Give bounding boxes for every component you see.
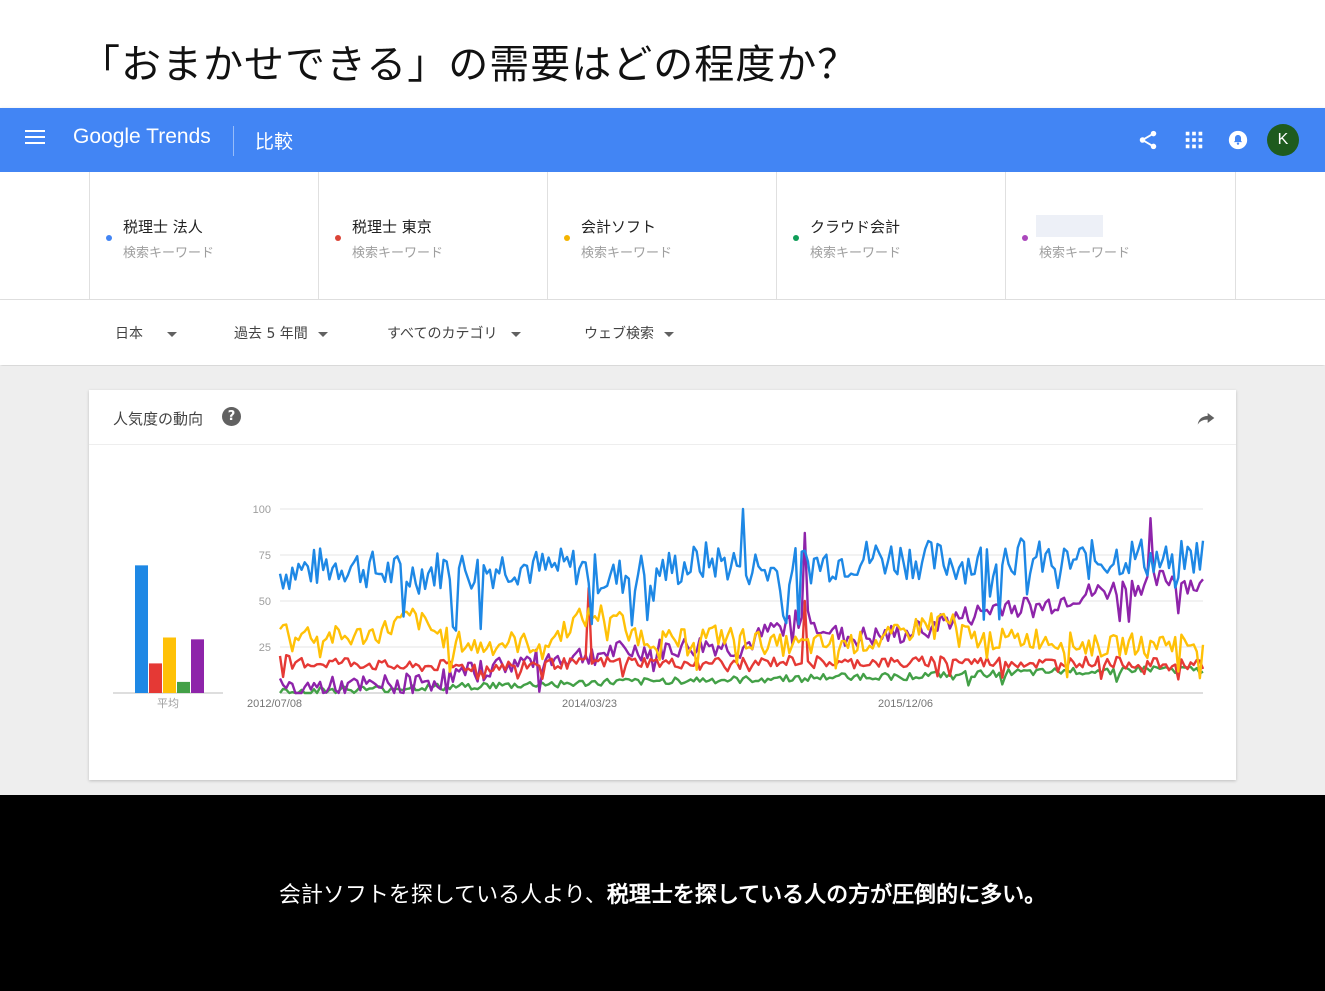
search-type-filter[interactable]: ウェブ検索 [584, 323, 674, 343]
average-bar [149, 663, 162, 693]
average-bar [135, 565, 148, 693]
y-tick-label: 75 [259, 550, 271, 562]
x-tick-label: 2014/03/23 [562, 698, 617, 710]
term-card-5[interactable]: 検索キーワード [1005, 172, 1236, 300]
term-color-dot [564, 235, 570, 241]
filter-bar: 日本 過去 5 年間 すべてのカテゴリ ウェブ検索 [0, 300, 1325, 365]
slide-footer: 会計ソフトを探している人より、税理士を探している人の方が圧倒的に多い。 [0, 795, 1325, 991]
redacted-term-name [1036, 215, 1103, 237]
menu-icon[interactable] [25, 130, 45, 150]
term-card-1[interactable]: 税理士 法人 検索キーワード [89, 172, 318, 300]
term-name: クラウド会計 [810, 218, 901, 236]
notifications-icon[interactable] [1227, 129, 1249, 151]
average-bar [177, 681, 190, 693]
term-color-dot [1022, 235, 1028, 241]
term-color-dot [335, 235, 341, 241]
term-name: 税理士 法人 [123, 218, 203, 236]
term-name: 会計ソフト [581, 218, 657, 236]
region-filter[interactable]: 日本 [115, 323, 177, 343]
x-tick-label: 2012/07/08 [247, 698, 302, 710]
apps-grid-icon[interactable] [1183, 129, 1205, 151]
chevron-down-icon [317, 331, 328, 337]
term-type: 検索キーワード [1039, 246, 1131, 261]
chevron-down-icon [167, 331, 177, 337]
share-icon[interactable] [1137, 129, 1159, 151]
card-header: 人気度の動向 ? [89, 390, 1236, 445]
period-filter[interactable]: 過去 5 年間 [234, 323, 328, 343]
term-type: 検索キーワード [810, 246, 902, 261]
term-type: 検索キーワード [123, 246, 215, 261]
term-card-2[interactable]: 税理士 東京 検索キーワード [318, 172, 547, 300]
comparison-terms-bar: 税理士 法人 検索キーワード 税理士 東京 検索キーワード 会計ソフト 検索キー… [0, 172, 1325, 300]
trend-chart: 25 50 75 100 平均 2012/07/08 2014/03/23 2015/12/0… [113, 504, 1205, 710]
trend-series-line [278, 507, 1205, 632]
share-arrow-icon[interactable] [1196, 408, 1216, 428]
y-tick-label: 100 [253, 504, 271, 516]
interest-over-time-card: 人気度の動向 ? 25 50 75 100 平均 2012/07/08 2014/03/23… [89, 390, 1236, 780]
chevron-down-icon [664, 331, 674, 337]
average-label: 平均 [157, 697, 179, 710]
term-card-4[interactable]: クラウド会計 検索キーワード [776, 172, 1005, 300]
term-type: 検索キーワード [581, 246, 673, 261]
term-name: 税理士 東京 [352, 218, 432, 236]
average-bar [191, 639, 204, 693]
term-card-3[interactable]: 会計ソフト 検索キーワード [547, 172, 776, 300]
y-tick-label: 50 [259, 596, 271, 608]
term-color-dot [793, 235, 799, 241]
help-icon[interactable]: ? [222, 407, 241, 426]
card-title: 人気度の動向 [113, 410, 204, 428]
app-bar: Google Trends 比較 K [0, 108, 1325, 172]
chevron-down-icon [511, 331, 522, 337]
average-bar [163, 637, 176, 693]
appbar-divider [233, 126, 234, 156]
avatar[interactable]: K [1267, 124, 1299, 156]
x-tick-label: 2015/12/06 [878, 698, 933, 710]
term-color-dot [106, 235, 112, 241]
category-filter[interactable]: すべてのカテゴリ [387, 323, 522, 343]
trend-series-line [279, 664, 1204, 695]
y-tick-label: 25 [259, 642, 271, 654]
page-section-title: 比較 [255, 131, 294, 153]
footer-caption: 会計ソフトを探している人より、税理士を探している人の方が圧倒的に多い。 [278, 883, 1047, 908]
google-trends-logo[interactable]: Google Trends [73, 125, 211, 149]
slide-title: 「おまかせできる」の需要はどの程度か？ [80, 42, 859, 88]
term-type: 検索キーワード [352, 246, 444, 261]
